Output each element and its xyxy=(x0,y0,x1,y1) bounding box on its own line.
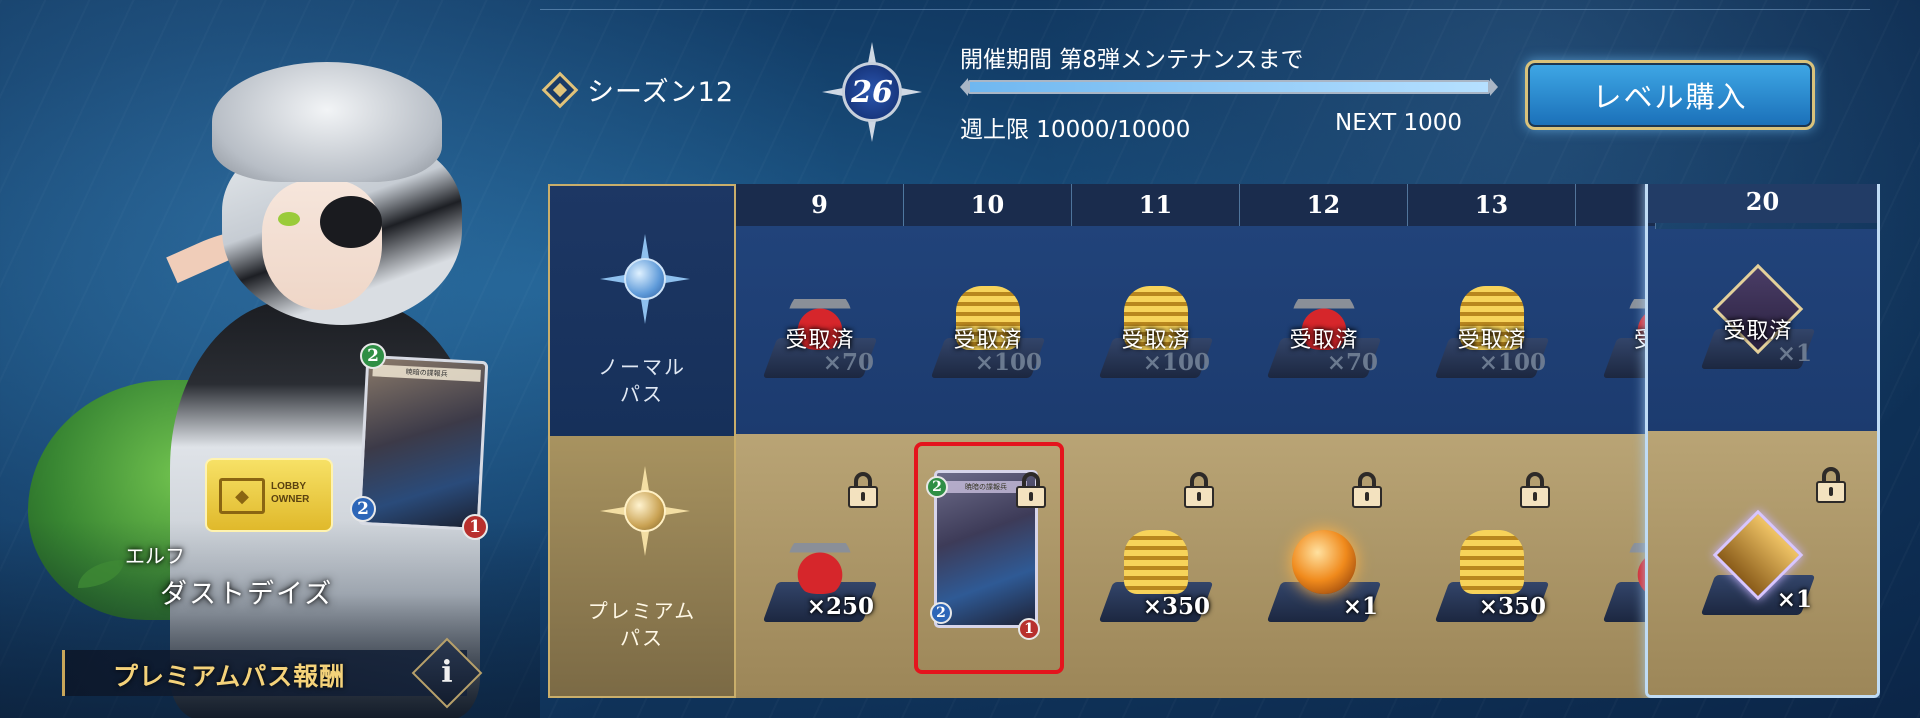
held-follower-card: 暁暗の諜報兵 xyxy=(357,354,489,532)
premium-reward-cell[interactable]: ×250 xyxy=(736,434,904,698)
orb-icon xyxy=(1292,530,1356,594)
reward-quantity: ×350 xyxy=(1142,593,1210,620)
premium-pass-emblem-icon xyxy=(600,466,690,556)
lock-icon xyxy=(1816,467,1846,503)
normal-reward-cell[interactable]: ×70 受取済 xyxy=(1240,226,1408,434)
normal-pass-label: ノーマル パス xyxy=(550,186,734,436)
reward-track-panel: ノーマル パス プレミアム パス 9 ×70 受取済 ×250 10 ×100 … xyxy=(548,184,1880,698)
reward-level-header xyxy=(1576,184,1655,226)
claimed-label: 受取済 xyxy=(1457,328,1527,353)
reward-item: ×1 受取済 xyxy=(1698,263,1818,369)
reward-quantity: ×1 xyxy=(1776,586,1812,613)
reward-item: ×1 xyxy=(1698,509,1818,615)
lock-icon xyxy=(1184,472,1214,508)
reward-item: ×100 受取済 xyxy=(1096,278,1216,378)
reward-item: ×100 受取済 xyxy=(928,278,1048,378)
reward-column[interactable]: 10 ×100 受取済 暁暗の諜報兵 2 2 1 xyxy=(904,184,1072,698)
reward-column[interactable]: 11 ×100 受取済 ×350 xyxy=(1072,184,1240,698)
reward-level-header: 9 xyxy=(736,184,903,226)
reward-level-header: 12 xyxy=(1240,184,1407,226)
reward-column[interactable]: 12 ×70 受取済 ×1 xyxy=(1240,184,1408,698)
top-divider xyxy=(540,0,1870,10)
reward-level-header: 11 xyxy=(1072,184,1239,226)
normal-pass-emblem-icon xyxy=(600,234,690,324)
normal-reward-cell[interactable]: ×100 受取済 xyxy=(904,226,1072,434)
card-health-gem: 1 xyxy=(462,514,488,540)
lobby-owner-badge: ◆ LOBBY OWNER xyxy=(205,458,333,532)
claimed-label: 受取済 xyxy=(1289,328,1359,353)
level-progress-bar xyxy=(960,78,1498,96)
info-icon: i xyxy=(441,655,453,690)
premium-reward-cell[interactable]: ×1 xyxy=(1648,431,1877,695)
claimed-label: 受取済 xyxy=(1121,328,1191,353)
normal-reward-cell[interactable]: ×1 受取済 xyxy=(1648,229,1877,431)
reward-item: ×250 xyxy=(760,522,880,622)
track-labels: ノーマル パス プレミアム パス xyxy=(548,184,736,698)
coins-icon xyxy=(1124,530,1188,594)
premium-reward-cell[interactable]: ×350 xyxy=(1408,434,1576,698)
buy-level-button[interactable]: レベル購入 xyxy=(1525,60,1815,130)
reward-item: ×350 xyxy=(1432,522,1552,622)
premium-reward-cell[interactable]: 暁暗の諜報兵 2 2 1 xyxy=(904,434,1072,698)
lock-icon xyxy=(1520,472,1550,508)
level-progress-fill xyxy=(970,82,1488,92)
reward-item: ×70 受取済 xyxy=(760,278,880,378)
current-level: 26 xyxy=(842,62,902,122)
character-hat xyxy=(212,62,442,182)
season-indicator: シーズン12 xyxy=(541,70,735,109)
normal-reward-cell[interactable]: ×100 受取済 xyxy=(1408,226,1576,434)
card-title: 暁暗の諜報兵 xyxy=(372,364,481,382)
normal-reward-cell[interactable]: 受 xyxy=(1576,226,1655,434)
reward-column-partial[interactable]: 受 xyxy=(1576,184,1656,698)
reward-item: ×70 受取済 xyxy=(1264,278,1384,378)
claimed-label: 受取済 xyxy=(953,328,1023,353)
premium-reward-bar: プレミアムパス報酬 xyxy=(62,650,467,696)
lock-icon xyxy=(848,472,878,508)
lobby-owner-icon: ◆ xyxy=(219,478,265,514)
character-race: エルフ xyxy=(125,544,185,568)
reward-item: ×1 xyxy=(1264,522,1384,622)
premium-reward-cell[interactable] xyxy=(1576,434,1655,698)
lobby-badge-line1: LOBBY xyxy=(271,481,306,492)
reward-quantity: ×250 xyxy=(806,593,874,620)
weekly-limit: 週上限 10000/10000 xyxy=(960,117,1191,143)
premium-pass-text: プレミアム パス xyxy=(587,599,697,650)
normal-reward-cell[interactable]: ×100 受取済 xyxy=(1072,226,1240,434)
lock-icon xyxy=(1352,472,1382,508)
event-period: 開催期間 第8弾メンテナンスまで xyxy=(960,47,1304,73)
card-attack-gem: 2 xyxy=(350,496,376,522)
reward-level-header: 20 xyxy=(1648,184,1877,223)
normal-pass-text: ノーマル パス xyxy=(598,355,686,406)
claimed-label: 受取済 xyxy=(1723,319,1793,344)
diamond-icon xyxy=(541,71,579,108)
next-level-exp: NEXT 1000 xyxy=(1335,110,1462,136)
normal-reward-cell[interactable]: ×70 受取済 xyxy=(736,226,904,434)
character-eye xyxy=(278,212,300,226)
current-level-emblem: 26 xyxy=(822,42,922,142)
reward-level-header: 13 xyxy=(1408,184,1575,226)
reward-item: ×350 xyxy=(1096,522,1216,622)
reward-level-header: 10 xyxy=(904,184,1071,226)
character-eyepatch xyxy=(320,196,382,248)
premium-reward-label: プレミアムパス報酬 xyxy=(113,662,346,691)
reward-quantity: ×350 xyxy=(1478,593,1546,620)
season-label: シーズン12 xyxy=(587,77,735,108)
character-name: ダストデイズ xyxy=(160,579,334,610)
pass-header: シーズン12 26 開催期間 第8弾メンテナンスまで 週上限 10000/100… xyxy=(520,30,1900,160)
reward-column[interactable]: 9 ×70 受取済 ×250 xyxy=(736,184,904,698)
coins-icon xyxy=(1460,530,1524,594)
reward-quantity: ×1 xyxy=(1342,593,1378,620)
reward-column[interactable]: 13 ×100 受取済 ×350 xyxy=(1408,184,1576,698)
premium-reward-cell[interactable]: ×1 xyxy=(1240,434,1408,698)
reward-column-final[interactable]: 20 ×1 受取済 ×1 xyxy=(1645,184,1880,698)
reward-item: ×100 受取済 xyxy=(1432,278,1552,378)
lobby-badge-line2: OWNER xyxy=(271,494,310,505)
claimed-label: 受取済 xyxy=(785,328,855,353)
card-cost-gem: 2 xyxy=(360,343,386,369)
potion-icon xyxy=(788,530,852,594)
premium-reward-cell[interactable]: ×350 xyxy=(1072,434,1240,698)
selected-reward-highlight xyxy=(914,442,1064,674)
premium-pass-label: プレミアム パス xyxy=(550,436,734,696)
